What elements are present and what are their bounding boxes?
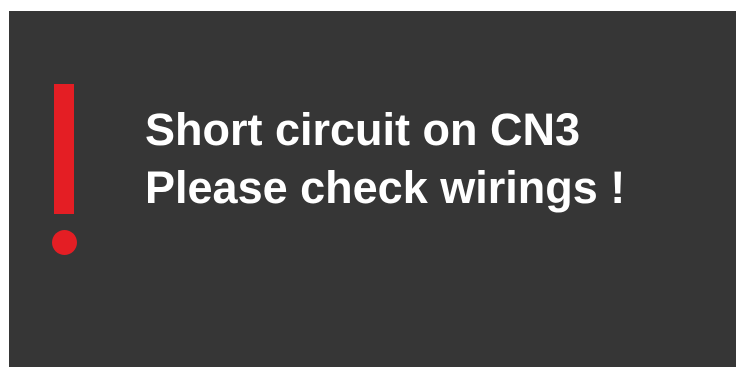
alert-message-line-2: Please check wirings ! [145,162,626,213]
alert-screen: Short circuit on CN3 Please check wiring… [9,11,736,367]
alert-message-line-1: Short circuit on CN3 [145,104,581,155]
exclamation-icon [51,84,77,256]
exclamation-bar [54,84,74,214]
alert-message: Short circuit on CN3 Please check wiring… [145,101,625,217]
exclamation-dot [52,230,77,255]
